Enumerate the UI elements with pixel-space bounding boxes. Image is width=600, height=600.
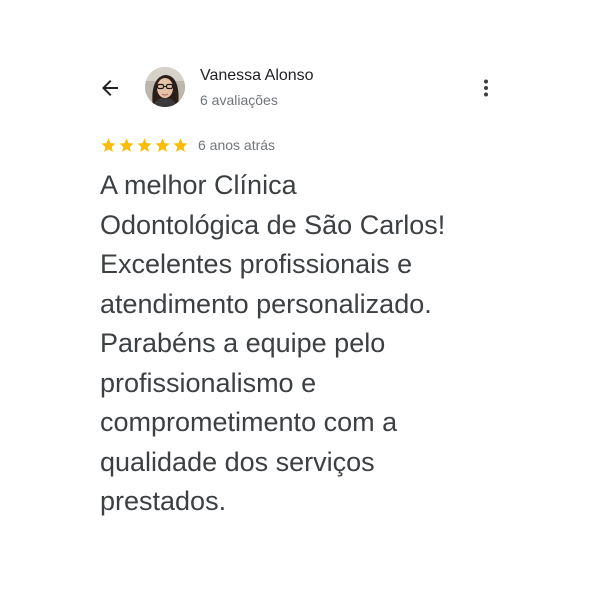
star-rating	[100, 137, 189, 154]
more-options-button[interactable]	[472, 72, 500, 104]
review-text-line: Parabéns a equipe pelo	[100, 328, 386, 358]
review-text-line: profissionalismo e	[100, 367, 317, 398]
review-text-line: atendimento personalizado.	[100, 288, 432, 319]
arrow-left-icon	[102, 80, 118, 96]
star-icon	[155, 137, 170, 152]
rating-row: 6 anos atrás	[100, 135, 275, 155]
star-icon	[119, 137, 134, 152]
review-text: A melhor Clínica Odontológica de São Carl…	[100, 166, 540, 522]
more-vert-icon	[484, 79, 488, 97]
review-text-line: Excelentes profissionais e	[100, 249, 413, 279]
star-icon	[101, 137, 116, 152]
star-icon	[137, 137, 152, 152]
reviewer-info: Vanessa Alonso 6 avaliações	[200, 66, 314, 109]
star-icon	[173, 137, 188, 152]
reviewer-name[interactable]: Vanessa Alonso	[200, 66, 314, 86]
review-text-line: Odontológica de São Carlos!	[100, 209, 446, 240]
back-button[interactable]	[92, 70, 128, 106]
review-text-line: comprometimento com a	[100, 407, 398, 437]
review-time: 6 anos atrás	[198, 137, 276, 153]
reviewer-review-count: 6 avaliações	[200, 92, 278, 108]
review-text-line: A melhor Clínica	[100, 170, 297, 200]
review-text-line: prestados.	[100, 486, 227, 516]
avatar-photo	[145, 67, 185, 107]
review-text-line: qualidade dos serviços	[100, 446, 375, 477]
avatar[interactable]	[145, 67, 185, 107]
